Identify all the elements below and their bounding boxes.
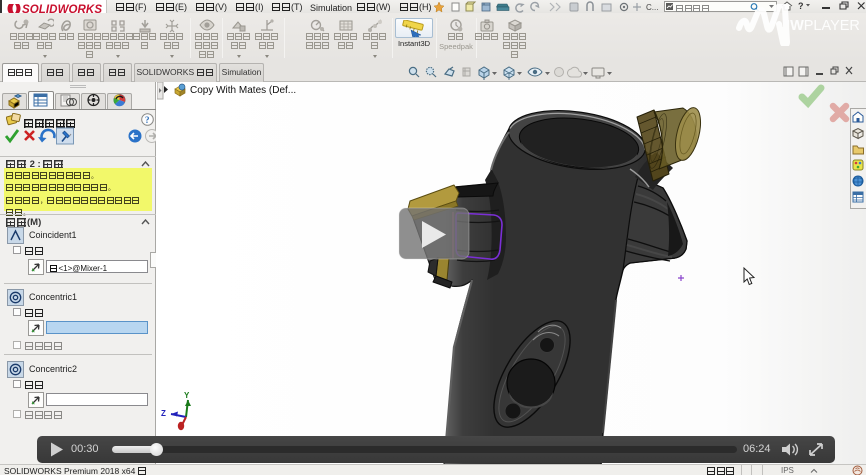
- svg-text:?: ?: [145, 115, 150, 125]
- svg-text:JWPLAYER: JWPLAYER: [782, 18, 860, 34]
- svg-text:Copy With Mates (Def...: Copy With Mates (Def...: [190, 85, 296, 96]
- svg-text:Z: Z: [161, 409, 166, 418]
- svg-text:C...: C...: [646, 3, 658, 12]
- svg-text:Y: Y: [184, 391, 190, 400]
